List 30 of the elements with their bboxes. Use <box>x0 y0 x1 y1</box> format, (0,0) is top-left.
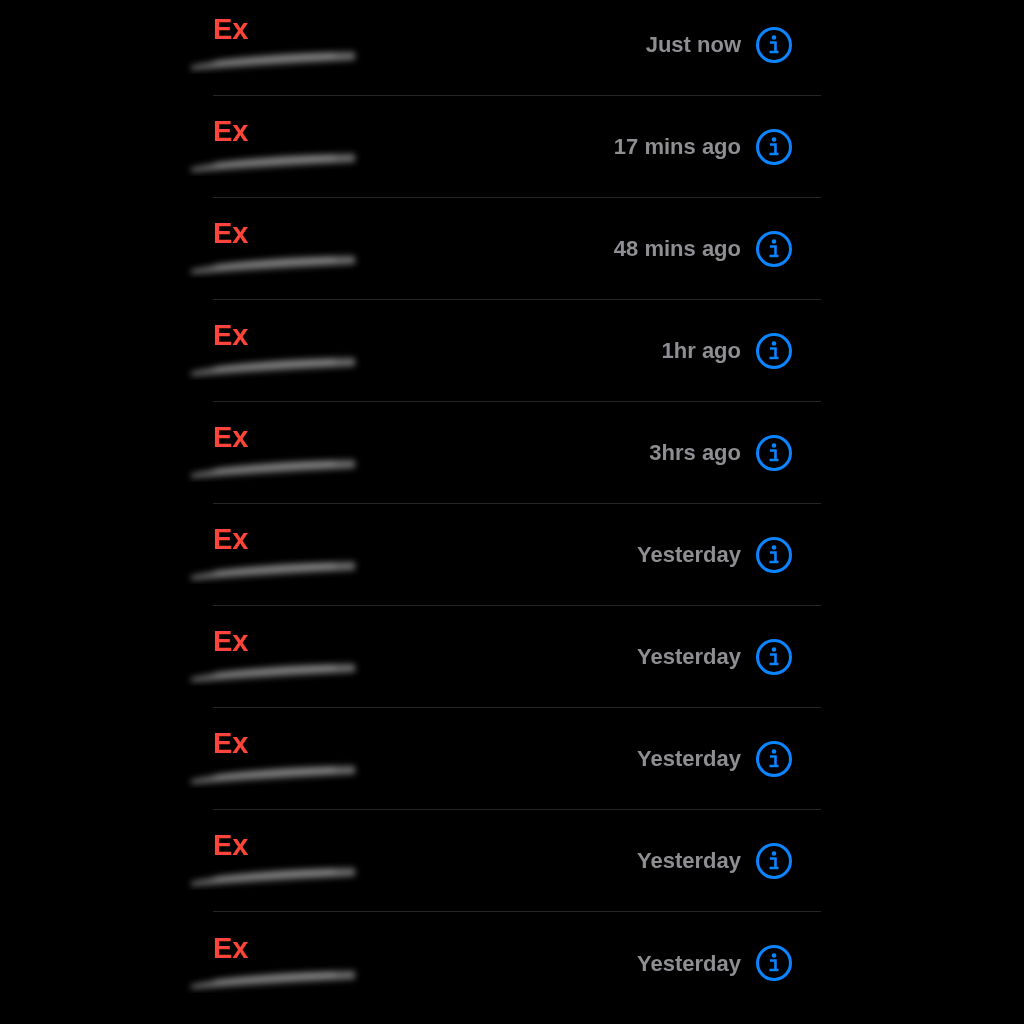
call-time: Yesterday <box>637 949 741 978</box>
info-icon[interactable] <box>755 229 793 268</box>
caller-name: Ex <box>213 729 250 758</box>
caller-name: Ex <box>213 117 250 146</box>
info-icon[interactable] <box>755 841 793 880</box>
caller-name: Ex <box>213 423 250 452</box>
caller-name: Ex <box>213 525 250 554</box>
call-time: Yesterday <box>637 745 741 773</box>
info-icon[interactable] <box>755 25 793 64</box>
info-icon[interactable] <box>755 331 793 370</box>
call-time: Just now <box>645 31 741 59</box>
call-time: Yesterday <box>637 847 741 875</box>
caller-name: Ex <box>213 831 250 860</box>
call-time: 1hr ago <box>661 337 741 365</box>
call-time: Yesterday <box>637 541 741 569</box>
caller-name: Ex <box>213 15 250 44</box>
info-icon[interactable] <box>755 127 793 166</box>
info-icon[interactable] <box>755 944 793 982</box>
info-icon[interactable] <box>755 433 793 472</box>
info-icon[interactable] <box>755 637 793 676</box>
caller-name: Ex <box>213 219 250 248</box>
caller-name: Ex <box>213 627 250 656</box>
info-icon[interactable] <box>755 739 793 778</box>
call-time: Yesterday <box>637 643 741 671</box>
caller-name: Ex <box>213 321 250 350</box>
call-time: 3hrs ago <box>649 439 741 467</box>
caller-name: Ex <box>213 933 250 963</box>
call-time: 48 mins ago <box>613 235 741 263</box>
call-time: 17 mins ago <box>613 133 741 161</box>
info-icon[interactable] <box>755 535 793 574</box>
